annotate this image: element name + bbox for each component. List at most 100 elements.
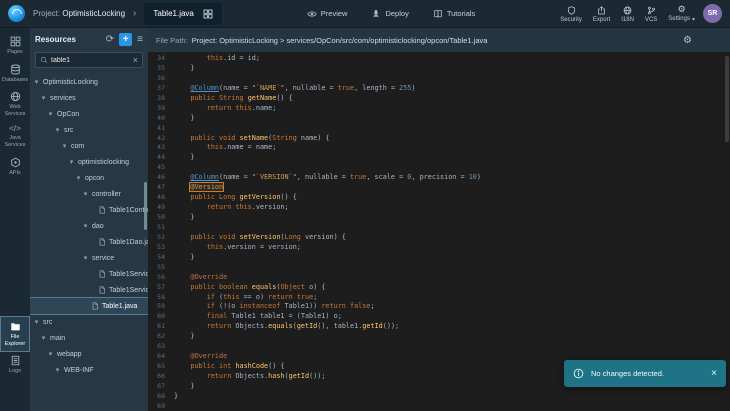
chevron-down-icon[interactable]: ▾ (82, 190, 89, 198)
sidebar-item-logs[interactable]: Logs (1, 351, 29, 379)
topbar-deploy-button[interactable]: Deploy (371, 9, 408, 19)
code-line: 53 this.version = version; (148, 243, 730, 253)
resources-menu-button[interactable]: ≡ (137, 34, 143, 45)
line-number: 44 (148, 153, 174, 163)
code-line: 42 public void setName(String name) { (148, 134, 730, 144)
tree-item-label: Table1ServiceImpl.java (109, 287, 148, 294)
chevron-down-icon[interactable]: ▾ (54, 366, 61, 374)
sidebar-item-web-services[interactable]: Web Services (1, 87, 29, 121)
tree-item-label: src (64, 127, 73, 134)
file-tree: ▾OptimisticLocking▾services▾OpCon▾src▾co… (30, 72, 148, 411)
tree-item[interactable]: ▾service (30, 250, 148, 266)
chevron-down-icon[interactable]: ▾ (82, 222, 89, 230)
sidebar-item-java-services[interactable]: </>Java Services (1, 121, 29, 152)
tree-item[interactable]: ▾src (30, 314, 148, 330)
tree-item[interactable]: Table1Controller.java (30, 202, 148, 218)
tree-item[interactable]: Table1Service.java (30, 266, 148, 282)
clear-search-icon[interactable]: × (133, 56, 138, 65)
tree-item[interactable]: ▾optimisticlocking (30, 154, 148, 170)
folder-icon (10, 321, 21, 332)
code-text: } (174, 332, 194, 342)
chevron-down-icon[interactable]: ▾ (47, 350, 54, 358)
line-number: 40 (148, 114, 174, 124)
layout-grid-icon[interactable] (203, 9, 213, 19)
tree-item[interactable]: ▾com (30, 138, 148, 154)
topbar-tutorials-button[interactable]: Tutorials (433, 9, 475, 19)
code-text: this.version = version; (174, 243, 301, 253)
line-number: 54 (148, 253, 174, 263)
topbar-export-button[interactable]: Export (593, 6, 610, 23)
code-text: @Version (174, 183, 223, 193)
code-line: 52 public void setVersion(Long version) … (148, 233, 730, 243)
tree-item[interactable]: ▾WEB-INF (30, 362, 148, 378)
chevron-down-icon[interactable]: ▾ (54, 126, 61, 134)
code-editor[interactable]: 34 this.id = id;35 }3637 @Column(name = … (148, 52, 730, 411)
chevron-down-icon[interactable]: ▾ (33, 78, 40, 86)
search-box[interactable]: × (35, 52, 143, 68)
code-line: 54 } (148, 253, 730, 263)
chevron-down-icon[interactable]: ▾ (33, 318, 40, 326)
chevron-down-icon[interactable]: ▾ (61, 142, 68, 150)
resources-refresh-button[interactable]: ⟳ (106, 34, 114, 45)
code-line: 68} (148, 392, 730, 402)
tree-item[interactable]: ▾main (30, 330, 148, 346)
code-text: } (174, 382, 194, 392)
breadcrumb-chevron-icon: › (133, 9, 136, 19)
code-line: 37 @Column(name = "`NAME`", nullable = t… (148, 84, 730, 94)
chevron-down-icon[interactable]: ▾ (75, 174, 82, 182)
tree-scrollbar[interactable] (144, 182, 147, 230)
line-number: 58 (148, 293, 174, 303)
topbar-security-button[interactable]: Security (560, 6, 582, 23)
sidebar-item-label: Databases (2, 77, 28, 84)
tree-item[interactable]: ▾opcon (30, 170, 148, 186)
sidebar-item-pages[interactable]: Pages (1, 32, 29, 60)
topbar-vcs-button[interactable]: VCS (645, 6, 657, 23)
topbar-settings-button[interactable]: ⚙Settings▾ (668, 5, 695, 23)
logs-icon (10, 355, 21, 366)
line-number: 47 (148, 183, 174, 193)
chevron-down-icon[interactable]: ▾ (40, 334, 47, 342)
sidebar-item-file-explorer[interactable]: File Explorer (1, 317, 29, 351)
line-number: 60 (148, 312, 174, 322)
topbar-deploy-label: Deploy (385, 9, 408, 18)
tree-item[interactable]: ▾webapp (30, 346, 148, 362)
globe-icon (10, 91, 21, 102)
shield-icon (567, 6, 576, 15)
line-number: 43 (148, 143, 174, 153)
top-bar: Project: OptimisticLocking › Table1.java… (0, 0, 730, 28)
tree-item[interactable]: ▾OptimisticLocking (30, 74, 148, 90)
topbar-preview-button[interactable]: Preview (307, 9, 348, 19)
tree-item[interactable]: ▾dao (30, 218, 148, 234)
chevron-down-icon[interactable]: ▾ (47, 110, 54, 118)
tree-item[interactable]: ▾services (30, 90, 148, 106)
tree-item-label: Table1.java (102, 303, 137, 310)
tree-item[interactable]: Table1ServiceImpl.java (30, 282, 148, 298)
topbar-i18n-button[interactable]: I18N (621, 6, 634, 23)
export-icon (597, 6, 606, 15)
search-input[interactable] (51, 57, 130, 64)
tree-item[interactable]: ▾OpCon (30, 106, 148, 122)
code-icon: </> (9, 125, 21, 133)
editor-scrollbar[interactable] (725, 56, 729, 142)
toast-close-icon[interactable]: × (711, 369, 717, 379)
tree-item[interactable]: ▾controller (30, 186, 148, 202)
resources-add-button[interactable]: + (119, 33, 132, 46)
app-logo-icon[interactable] (8, 5, 25, 22)
sidebar-item-apis[interactable]: APIs (1, 153, 29, 181)
line-number: 37 (148, 84, 174, 94)
sidebar-item-databases[interactable]: Databases (1, 60, 29, 88)
code-line: 56 @Override (148, 273, 730, 283)
tree-item[interactable]: ▾src (30, 122, 148, 138)
code-line: 41 (148, 124, 730, 134)
code-text: @Column(name = "`VERSION`", nullable = t… (174, 173, 481, 183)
user-avatar[interactable]: SR (703, 4, 722, 23)
tree-item[interactable]: Table1.java (30, 298, 148, 314)
chevron-down-icon[interactable]: ▾ (68, 158, 75, 166)
tree-item[interactable]: Table1Dao.java (30, 234, 148, 250)
code-text: @Override (174, 352, 227, 362)
tab-table1-java[interactable]: Table1.java (144, 3, 221, 25)
filebar-settings-button[interactable]: ⚙ (683, 35, 692, 46)
chevron-down-icon[interactable]: ▾ (40, 94, 47, 102)
code-line: 46 @Column(name = "`VERSION`", nullable … (148, 173, 730, 183)
chevron-down-icon[interactable]: ▾ (82, 254, 89, 262)
